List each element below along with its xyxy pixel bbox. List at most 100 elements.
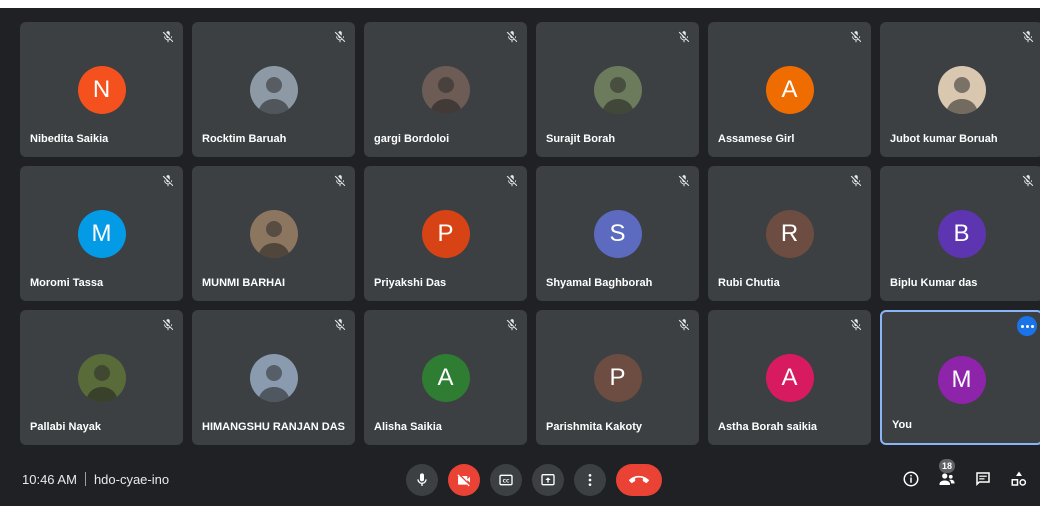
participant-tile[interactable]: A Alisha Saikia <box>364 310 527 445</box>
camera-button[interactable] <box>448 464 480 496</box>
participant-name: Moromi Tassa <box>30 277 104 289</box>
more-vert-icon <box>588 474 592 486</box>
avatar-initial: P <box>593 354 642 402</box>
participant-name: You <box>892 419 912 431</box>
avatar-photo <box>249 354 298 402</box>
camera-off-icon <box>457 474 470 487</box>
participant-name: Parishmita Kakoty <box>546 421 642 433</box>
mic-off-icon <box>505 30 519 44</box>
info-button[interactable] <box>900 468 922 490</box>
captions-button[interactable]: CC <box>490 464 522 496</box>
mic-off-icon <box>677 318 691 332</box>
avatar-initial: R <box>765 210 814 258</box>
participant-tile[interactable]: P Priyakshi Das <box>364 166 527 301</box>
participant-name: Shyamal Baghborah <box>546 277 653 289</box>
participant-name: HIMANGSHU RANJAN DAS <box>202 421 346 433</box>
meeting-info: 10:46 AM hdo-cyae-ino <box>22 472 169 487</box>
mic-off-icon <box>333 30 347 44</box>
participant-tile[interactable]: Surajit Borah <box>536 22 699 157</box>
participant-name: Priyakshi Das <box>374 277 447 289</box>
captions-icon: CC <box>499 474 513 486</box>
microphone-icon <box>417 473 427 486</box>
mic-off-icon <box>849 30 863 44</box>
mic-off-icon <box>1021 174 1035 188</box>
avatar-initial: P <box>421 210 470 258</box>
mic-off-icon <box>161 30 175 44</box>
avatar-photo <box>421 66 470 114</box>
more-options-button[interactable] <box>574 464 606 496</box>
participant-tile[interactable]: M Moromi Tassa <box>20 166 183 301</box>
tile-more-options-button[interactable] <box>1017 316 1037 336</box>
people-button[interactable]: 18 <box>936 459 958 490</box>
participant-tile[interactable]: Pallabi Nayak <box>20 310 183 445</box>
participant-tile[interactable]: Rocktim Baruah <box>192 22 355 157</box>
avatar-photo <box>77 354 126 402</box>
avatar-photo <box>249 66 298 114</box>
present-screen-icon <box>541 474 555 486</box>
mic-off-icon <box>161 174 175 188</box>
mic-off-icon <box>849 174 863 188</box>
participant-tile[interactable]: R Rubi Chutia <box>708 166 871 301</box>
call-controls: CC <box>406 464 662 496</box>
avatar-photo <box>249 210 298 258</box>
participant-tile[interactable]: B Biplu Kumar das <box>880 166 1040 301</box>
chat-button[interactable] <box>972 468 994 490</box>
mic-off-icon <box>505 318 519 332</box>
info-icon <box>903 471 919 487</box>
mic-off-icon <box>677 174 691 188</box>
participant-name: Assamese Girl <box>718 133 795 145</box>
participant-tile[interactable]: N Nibedita Saikia <box>20 22 183 157</box>
participant-name: Jubot kumar Boruah <box>890 133 998 145</box>
avatar-initial: M <box>77 210 126 258</box>
svg-text:CC: CC <box>503 478 510 484</box>
participant-name: Biplu Kumar das <box>890 277 978 289</box>
participant-tile[interactable]: S Shyamal Baghborah <box>536 166 699 301</box>
meet-window: N Nibedita Saikia Rocktim Baruah gargi Bord… <box>0 0 1040 506</box>
activities-button[interactable] <box>1008 468 1030 490</box>
mic-off-icon <box>849 318 863 332</box>
participant-tile[interactable]: HIMANGSHU RANJAN DAS <box>192 310 355 445</box>
hang-up-icon <box>629 475 649 484</box>
leave-call-button[interactable] <box>616 464 662 496</box>
mic-button[interactable] <box>406 464 438 496</box>
mic-off-icon <box>333 174 347 188</box>
participant-name: gargi Bordoloi <box>374 133 450 145</box>
participant-name: Rocktim Baruah <box>202 133 287 145</box>
mic-off-icon <box>505 174 519 188</box>
top-strip <box>0 0 1040 8</box>
divider <box>84 472 86 486</box>
avatar-initial: M <box>937 356 986 404</box>
chat-icon <box>976 472 990 487</box>
mic-off-icon <box>1021 30 1035 44</box>
side-panel-buttons: 18 <box>900 459 1030 490</box>
avatar-photo <box>593 66 642 114</box>
activities-icon <box>1011 471 1027 486</box>
participant-name: Nibedita Saikia <box>30 133 109 145</box>
mic-off-icon <box>161 318 175 332</box>
participant-name: Surajit Borah <box>546 133 616 145</box>
avatar-initial: S <box>593 210 642 258</box>
participant-name: MUNMI BARHAI <box>202 277 286 289</box>
participant-name: Alisha Saikia <box>374 421 442 433</box>
participant-name: Pallabi Nayak <box>30 421 101 433</box>
avatar-initial: B <box>937 210 986 258</box>
participant-tile[interactable]: A Assamese Girl <box>708 22 871 157</box>
participant-tile[interactable]: gargi Bordoloi <box>364 22 527 157</box>
participant-tile[interactable]: Jubot kumar Boruah <box>880 22 1040 157</box>
participant-name: Rubi Chutia <box>718 277 780 289</box>
participant-tile[interactable]: P Parishmita Kakoty <box>536 310 699 445</box>
present-button[interactable] <box>532 464 564 496</box>
participant-name: Astha Borah saikia <box>718 421 818 433</box>
meeting-code[interactable]: hdo-cyae-ino <box>94 472 169 487</box>
meeting-time: 10:46 AM <box>22 472 77 487</box>
participant-grid: N Nibedita Saikia Rocktim Baruah gargi Bord… <box>20 22 1040 445</box>
avatar-initial: A <box>421 354 470 402</box>
participants-count-badge: 18 <box>939 459 955 473</box>
self-tile[interactable]: M You <box>880 310 1040 445</box>
participant-tile[interactable]: MUNMI BARHAI <box>192 166 355 301</box>
participant-tile[interactable]: A Astha Borah saikia <box>708 310 871 445</box>
avatar-initial: A <box>765 66 814 114</box>
avatar-initial: A <box>765 354 814 402</box>
avatar-photo <box>937 66 986 114</box>
avatar-initial: N <box>77 66 126 114</box>
